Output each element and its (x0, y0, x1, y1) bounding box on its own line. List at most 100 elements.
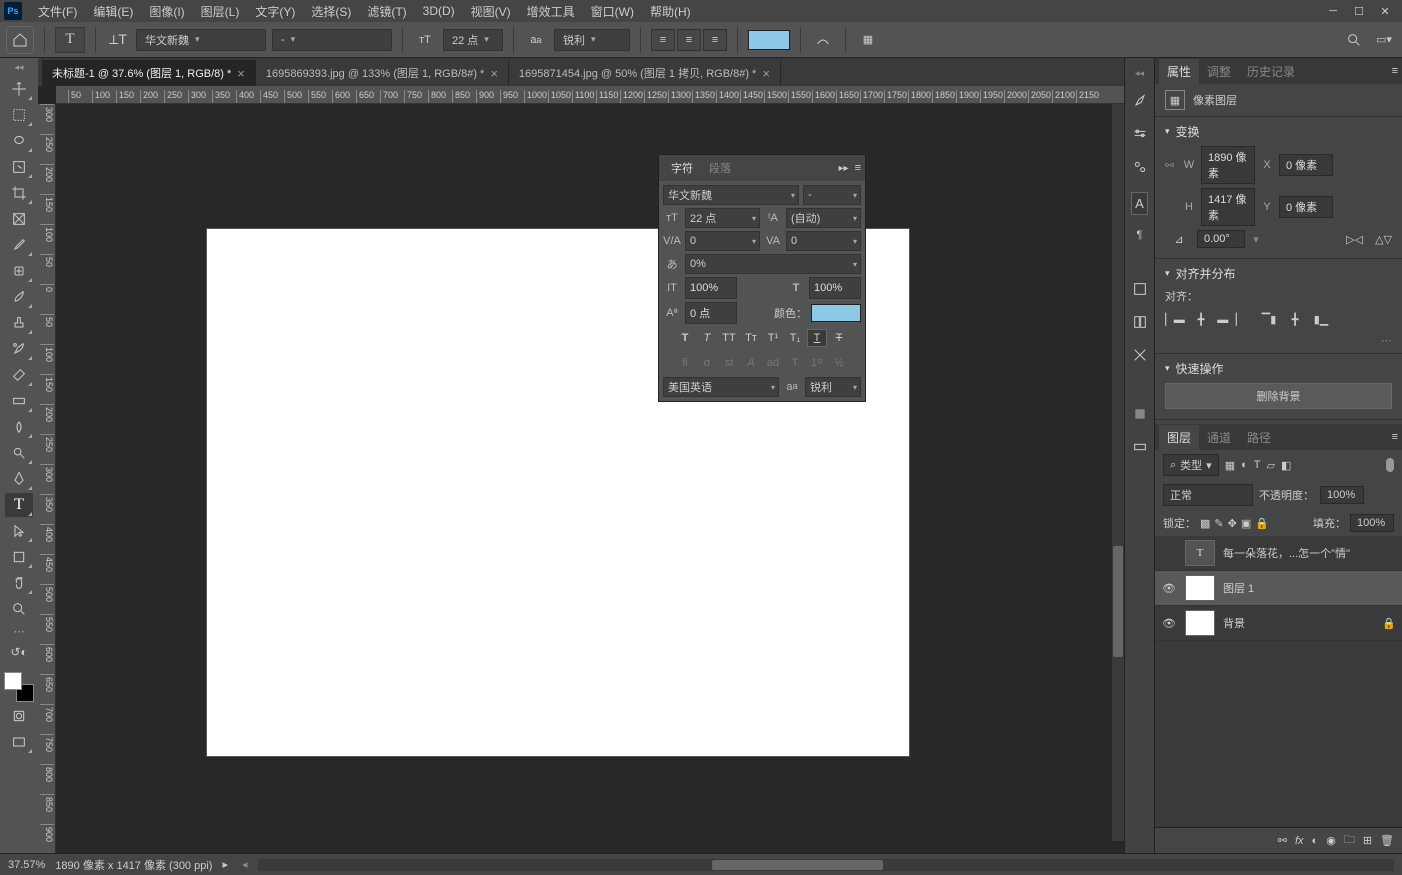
panel-collapse-icon[interactable]: ▸▸ (839, 163, 849, 174)
allcaps-button[interactable]: TT (719, 329, 739, 347)
panel-menu-icon[interactable]: ≡ (1392, 431, 1398, 443)
warp-text-button[interactable] (811, 28, 835, 52)
layer-thumbnail[interactable]: T (1185, 540, 1215, 566)
type-tool[interactable]: T (5, 493, 33, 517)
char-leading[interactable]: (自动) (786, 208, 861, 228)
vertical-ruler[interactable]: 3002502001501005005010015020025030035040… (38, 104, 56, 853)
tab-close-icon[interactable]: × (490, 66, 498, 81)
char-kerning[interactable]: 0 (685, 231, 760, 251)
smallcaps-button[interactable]: Tᴛ (741, 329, 761, 347)
filter-smart-icon[interactable]: ◧ (1281, 459, 1291, 472)
menu-view[interactable]: 视图(V) (463, 3, 519, 20)
lock-all-icon[interactable]: 🔒 (1255, 517, 1269, 530)
filter-adjust-icon[interactable]: ◐ (1241, 459, 1248, 471)
lock-pos-icon[interactable]: ✥ (1228, 517, 1237, 530)
subscript-button[interactable]: T₁ (785, 329, 805, 347)
canvas-background[interactable] (56, 104, 1124, 853)
antialias-dropdown[interactable]: 锐利 (554, 29, 630, 51)
filter-pixel-icon[interactable]: ▦ (1225, 459, 1235, 472)
color-dock-icon[interactable] (1132, 406, 1148, 425)
link-layers-icon[interactable]: ⚯ (1278, 834, 1287, 847)
strikethrough-button[interactable]: T (829, 329, 849, 347)
lock-nest-icon[interactable]: ▣ (1241, 517, 1251, 530)
screenmode-toggle[interactable] (5, 730, 33, 754)
menu-file[interactable]: 文件(F) (30, 3, 85, 20)
brush-tool[interactable] (5, 285, 33, 309)
adjustment-icon[interactable]: ◉ (1326, 834, 1336, 847)
visibility-toggle[interactable]: 👁 (1161, 582, 1177, 595)
align-bottom-icon[interactable]: ▮▁ (1311, 310, 1331, 328)
brush-panel-icon[interactable] (1132, 93, 1148, 112)
angle-input[interactable]: 0.00° (1197, 230, 1245, 248)
quick-section-header[interactable]: 快速操作 (1165, 360, 1392, 377)
brush-settings-icon[interactable] (1132, 126, 1148, 145)
menu-select[interactable]: 选择(S) (303, 3, 359, 20)
char-hscale[interactable]: 100% (809, 277, 861, 299)
adjustments-dock-icon[interactable] (1132, 347, 1148, 366)
filter-toggle[interactable] (1386, 458, 1394, 472)
gradient-dock-icon[interactable] (1132, 439, 1148, 458)
doc-tab-0[interactable]: 未标题-1 @ 37.6% (图层 1, RGB/8) *× (42, 60, 256, 86)
font-size-dropdown[interactable]: 22 点 (443, 29, 503, 51)
move-tool[interactable] (5, 77, 33, 101)
layer-thumbnail[interactable] (1185, 575, 1215, 601)
dock-expand-icon[interactable]: ◂◂ (1135, 68, 1144, 79)
horizontal-ruler[interactable]: 5010015020025030035040045050055060065070… (56, 86, 1124, 104)
char-antialias[interactable]: 锐利 (805, 377, 861, 397)
mask-icon[interactable]: ◐ (1312, 835, 1319, 847)
shape-tool[interactable] (5, 545, 33, 569)
ligature-fi-button[interactable]: fi (675, 354, 695, 372)
half-button[interactable]: ½ (829, 354, 849, 372)
object-select-tool[interactable] (5, 155, 33, 179)
close-button[interactable]: ✕ (1372, 2, 1398, 20)
properties-tab[interactable]: 属性 (1159, 59, 1199, 84)
layer-name[interactable]: 图层 1 (1223, 580, 1396, 596)
char-color-swatch[interactable] (811, 304, 861, 322)
underline-button[interactable]: T (807, 329, 827, 347)
layer-thumbnail[interactable] (1185, 610, 1215, 636)
swatches-icon[interactable] (1132, 314, 1148, 333)
tab-close-icon[interactable]: × (237, 66, 245, 81)
menu-filter[interactable]: 滤镜(T) (359, 3, 414, 20)
paths-tab[interactable]: 路径 (1239, 425, 1279, 450)
align-left-button[interactable]: ≡ (651, 29, 675, 51)
align-hcenter-icon[interactable]: ╋ (1191, 310, 1211, 328)
eyedropper-tool[interactable] (5, 233, 33, 257)
ligature-st-button[interactable]: st (719, 354, 739, 372)
dodge-tool[interactable] (5, 441, 33, 465)
filter-type-icon[interactable]: T (1254, 459, 1261, 471)
menu-type[interactable]: 文字(Y) (247, 3, 303, 20)
home-button[interactable] (6, 26, 34, 54)
libraries-icon[interactable] (1132, 281, 1148, 300)
text-color-swatch[interactable] (748, 30, 790, 50)
char-tracking[interactable]: 0 (786, 231, 861, 251)
history-brush-tool[interactable] (5, 337, 33, 361)
marquee-tool[interactable] (5, 103, 33, 127)
titling-button[interactable]: ad (763, 354, 783, 372)
font-family-dropdown[interactable]: 华文新魏 (136, 29, 266, 51)
lock-trans-icon[interactable]: ▩ (1200, 517, 1210, 530)
visibility-toggle[interactable]: 👁 (1161, 617, 1177, 630)
scrollbar-thumb[interactable] (1113, 546, 1123, 657)
align-top-icon[interactable]: ▔▮ (1259, 310, 1279, 328)
y-input[interactable]: 0 像素 (1279, 196, 1333, 218)
layer-item-bg[interactable]: 👁 背景 🔒 (1155, 606, 1402, 641)
fraction-button[interactable]: 1ˢᵗ (807, 354, 827, 372)
superscript-button[interactable]: T¹ (763, 329, 783, 347)
blend-mode-dropdown[interactable]: 正常 (1163, 484, 1253, 506)
foreground-color[interactable] (4, 672, 22, 690)
layer-name[interactable]: 背景 (1223, 615, 1374, 631)
char-font-style[interactable]: - (803, 185, 861, 205)
gradient-tool[interactable] (5, 389, 33, 413)
workspace-switcher[interactable]: ▭▾ (1372, 28, 1396, 52)
link-wh-icon[interactable]: ⚯ (1165, 159, 1177, 172)
eraser-tool[interactable] (5, 363, 33, 387)
layer-name[interactable]: 每一朵落花，...怎一个"情" (1223, 545, 1396, 561)
char-font-family[interactable]: 华文新魏 (663, 185, 799, 205)
delete-layer-icon[interactable]: 🗑 (1380, 834, 1394, 847)
character-dock-icon[interactable]: A (1131, 192, 1148, 215)
lasso-tool[interactable] (5, 129, 33, 153)
tab-close-icon[interactable]: × (762, 66, 770, 81)
char-language[interactable]: 美国英语 (663, 377, 779, 397)
edit-toolbar-icon[interactable]: ↺◐ (5, 640, 33, 664)
